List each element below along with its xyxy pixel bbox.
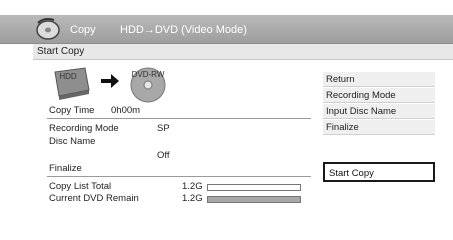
recording-mode-label: Recording Mode: [49, 123, 119, 134]
current-dvd-remain-bar: [207, 196, 301, 203]
copy-path: HDD→DVD (Video Mode): [120, 24, 247, 36]
current-dvd-remain-bar-fill: [208, 197, 300, 202]
copy-info-pane: HDD DVD-RW Copy Time 0h00m Recording Mod…: [33, 60, 453, 209]
current-dvd-remain-label: Current DVD Remain: [49, 193, 139, 204]
finalize-label: Finalize: [49, 163, 82, 174]
copy-list-total-bar: [207, 184, 301, 191]
start-copy-button[interactable]: Start Copy: [323, 162, 435, 182]
current-dvd-remain-value: 1.2G: [182, 193, 203, 204]
divider: [47, 176, 311, 177]
disc-name-label: Disc Name: [49, 136, 96, 147]
copy-time-label: Copy Time: [49, 105, 95, 116]
menu-item-recording-mode[interactable]: Recording Mode: [323, 88, 435, 103]
disc-icon: [36, 18, 60, 40]
arrow-right-icon: [101, 74, 119, 88]
divider: [47, 118, 311, 119]
menu-item-return[interactable]: Return: [323, 72, 435, 87]
title-bar: Copy HDD→DVD (Video Mode): [0, 15, 453, 44]
finalize-value: Off: [157, 150, 170, 161]
menu-item-finalize[interactable]: Finalize: [323, 120, 435, 135]
screen-mode: Copy: [70, 24, 96, 36]
copy-screen: Copy HDD→DVD (Video Mode) Start Copy HDD…: [0, 0, 453, 209]
source-label: HDD: [59, 72, 77, 81]
copy-time-value: 0h00m: [111, 105, 141, 116]
target-label: DVD-RW: [131, 70, 165, 79]
subtitle-bar: Start Copy: [33, 44, 453, 60]
copy-list-total-label: Copy List Total: [49, 181, 112, 192]
copy-list-total-value: 1.2G: [182, 181, 203, 192]
page-subtitle: Start Copy: [37, 46, 85, 57]
menu-item-input-disc-name[interactable]: Input Disc Name: [323, 104, 435, 119]
recording-mode-value: SP: [157, 123, 170, 134]
